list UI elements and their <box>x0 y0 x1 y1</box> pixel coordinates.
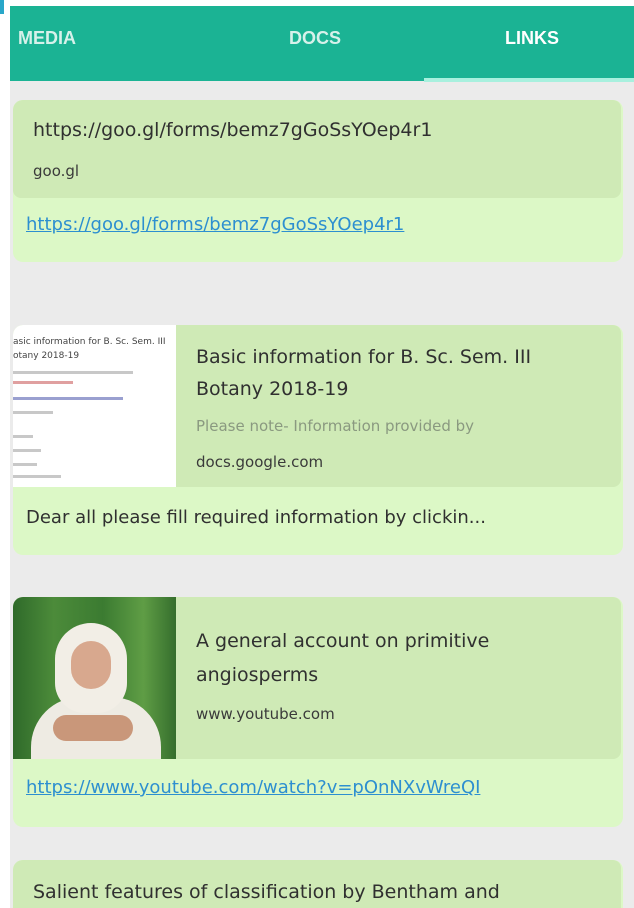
link-domain: www.youtube.com <box>196 705 335 723</box>
link-preview[interactable]: Salient features of classification by Be… <box>13 860 621 908</box>
video-thumbnail <box>13 597 176 759</box>
tab-media[interactable]: MEDIA <box>10 6 108 81</box>
link-card-goo-gl[interactable]: https://goo.gl/forms/bemz7gGoSsYOep4r1 g… <box>13 100 623 262</box>
link-title: Salient features of classification by Be… <box>33 881 500 903</box>
doc-thumb-line <box>13 449 41 452</box>
link-title: https://goo.gl/forms/bemz7gGoSsYOep4r1 <box>33 119 433 141</box>
thumb-figure-hands <box>53 715 133 741</box>
link-url[interactable]: https://www.youtube.com/watch?v=pOnNXvWr… <box>26 777 480 798</box>
link-description: Please note- Information provided by <box>196 417 475 435</box>
link-title: Botany 2018-19 <box>196 378 349 400</box>
doc-thumb-line <box>13 475 61 478</box>
message-text: Dear all please fill required informatio… <box>26 507 486 528</box>
link-title: Basic information for B. Sc. Sem. III <box>196 346 532 368</box>
doc-thumbnail: asic information for B. Sc. Sem. III ota… <box>13 325 176 487</box>
doc-thumb-line <box>13 371 133 374</box>
link-title: angiosperms <box>196 664 319 686</box>
link-preview[interactable]: A general account on primitive angiosper… <box>13 597 621 759</box>
link-card-youtube[interactable]: A general account on primitive angiosper… <box>13 597 623 827</box>
active-tab-indicator <box>424 78 634 82</box>
doc-thumb-line <box>13 435 33 438</box>
thumb-figure-face <box>71 641 111 689</box>
link-preview[interactable]: asic information for B. Sc. Sem. III ota… <box>13 325 621 487</box>
doc-thumb-line <box>13 381 73 384</box>
doc-thumb-line <box>13 397 123 400</box>
link-preview[interactable]: https://goo.gl/forms/bemz7gGoSsYOep4r1 g… <box>13 100 621 198</box>
tab-links[interactable]: LINKS <box>430 6 634 81</box>
doc-thumb-line <box>13 411 53 414</box>
links-screen: MEDIA DOCS LINKS https://goo.gl/forms/be… <box>10 0 634 908</box>
left-accent-mark <box>0 0 4 14</box>
left-edge <box>0 0 10 908</box>
link-domain: docs.google.com <box>196 453 324 471</box>
link-card-google-doc[interactable]: asic information for B. Sc. Sem. III ota… <box>13 325 623 555</box>
link-url[interactable]: https://goo.gl/forms/bemz7gGoSsYOep4r1 <box>26 214 404 235</box>
doc-thumb-heading: otany 2018-19 <box>13 351 80 361</box>
link-card-bentham[interactable]: Salient features of classification by Be… <box>13 860 623 908</box>
link-domain: goo.gl <box>33 162 80 180</box>
doc-thumb-line <box>13 463 37 466</box>
tab-bar: MEDIA DOCS LINKS <box>10 6 634 82</box>
link-title: A general account on primitive <box>196 630 490 652</box>
tab-docs[interactable]: DOCS <box>240 6 390 81</box>
doc-thumb-heading: asic information for B. Sc. Sem. III <box>13 337 166 347</box>
